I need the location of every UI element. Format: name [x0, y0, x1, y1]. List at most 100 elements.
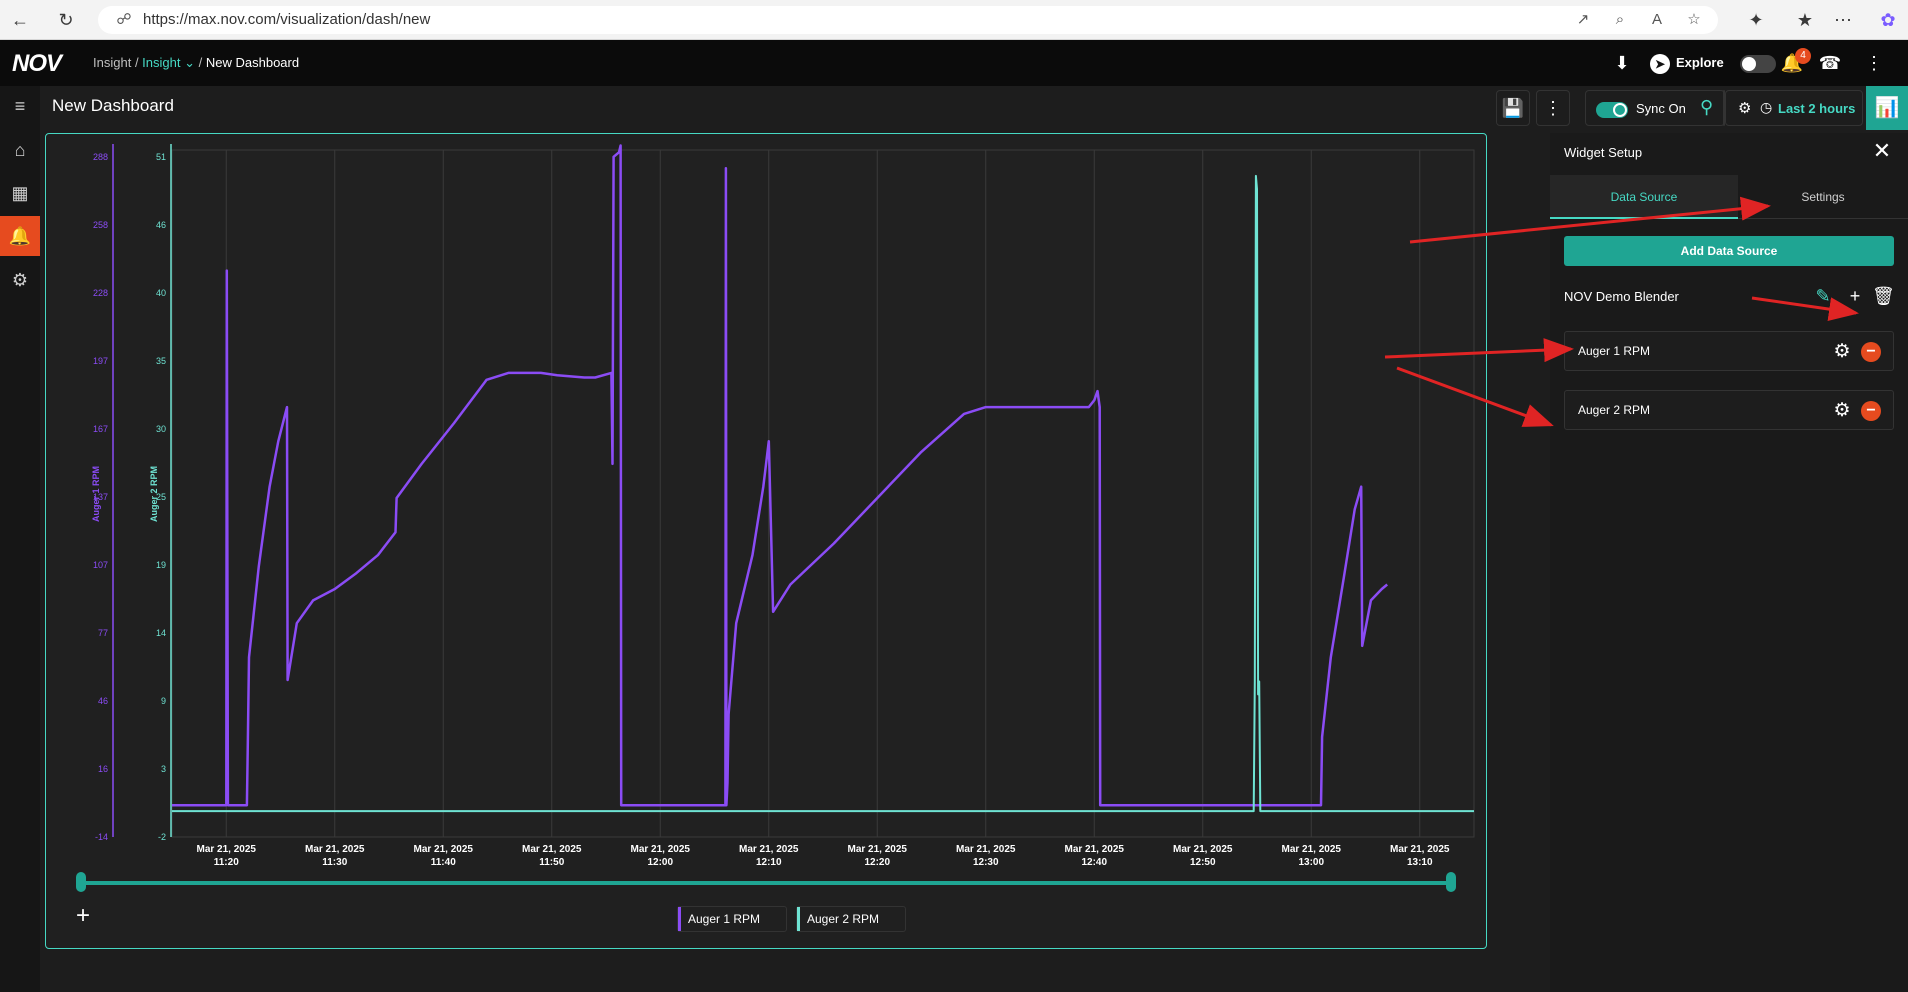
series-row[interactable]: Auger 1 RPM ⚙ −: [1564, 331, 1894, 371]
time-range-slider[interactable]: [81, 881, 1451, 885]
data-source-name: NOV Demo Blender: [1564, 289, 1679, 304]
slider-handle-end[interactable]: [1446, 872, 1456, 892]
kebab-menu-icon[interactable]: ⋮: [1862, 51, 1886, 75]
legend-item-auger-2[interactable]: Auger 2 RPM: [796, 906, 906, 932]
y-tick-label: 40: [156, 288, 166, 298]
y-tick-label: 3: [161, 764, 166, 774]
y-tick-label: 107: [93, 560, 108, 570]
chevron-down-icon[interactable]: ⌄: [184, 55, 195, 70]
y-tick-label: 14: [156, 628, 166, 638]
tab-data-source[interactable]: Data Source: [1550, 175, 1738, 219]
legend-swatch: [678, 907, 681, 931]
x-tick-label: Mar 21, 2025: [1390, 844, 1450, 855]
delete-trash-icon[interactable]: 🗑: [1872, 285, 1895, 307]
edit-pencil-icon[interactable]: ✎: [1812, 285, 1834, 307]
x-tick-label: Mar 21, 2025: [1065, 844, 1125, 855]
y-tick-label: 288: [93, 152, 108, 162]
chart-widget[interactable]: Mar 21, 2025 11:20 Mar 21, 2025 11:30 Mar 21…: [45, 133, 1487, 949]
widget-tabs: Data Source Settings: [1550, 175, 1908, 219]
add-data-source-button[interactable]: Add Data Source: [1564, 236, 1894, 266]
collapse-menu-icon[interactable]: ≡: [0, 86, 40, 126]
back-icon[interactable]: ←: [8, 8, 32, 32]
switch-knob: [1613, 103, 1627, 117]
legend-label: Auger 2 RPM: [807, 912, 880, 926]
reload-icon[interactable]: ↻: [54, 8, 78, 32]
explore-button[interactable]: ➤ Explore: [1650, 52, 1724, 74]
x-tick-label: 12:20: [864, 857, 890, 868]
y-tick-label: 167: [93, 424, 108, 434]
add-chart-icon: 📊: [1874, 97, 1900, 119]
y-tick-label: 35: [156, 356, 166, 366]
x-tick-label: Mar 21, 2025: [305, 844, 365, 855]
x-tick-label: 13:10: [1407, 857, 1433, 868]
dashboard-icon[interactable]: ▦: [0, 173, 40, 213]
tab-settings[interactable]: Settings: [1738, 175, 1908, 219]
notification-badge: 4: [1795, 48, 1811, 64]
y-tick-label: 9: [161, 696, 166, 706]
breadcrumb-root[interactable]: Insight: [93, 55, 131, 70]
dashboard-title: New Dashboard: [52, 96, 174, 115]
remove-series-minus-icon[interactable]: −: [1861, 342, 1881, 362]
series-settings-gear-icon[interactable]: ⚙: [1831, 400, 1853, 422]
open-app-icon[interactable]: ↗: [1571, 8, 1595, 32]
x-tick-label: Mar 21, 2025: [1282, 844, 1342, 855]
x-tick-label: Mar 21, 2025: [631, 844, 691, 855]
x-tick-label: Mar 21, 2025: [739, 844, 799, 855]
series-row[interactable]: Auger 2 RPM ⚙ −: [1564, 390, 1894, 430]
breadcrumb-current: New Dashboard: [205, 55, 300, 70]
favorite-star-icon[interactable]: ☆: [1682, 8, 1706, 32]
save-button[interactable]: 💾: [1496, 90, 1530, 126]
copilot-icon[interactable]: ✿: [1876, 8, 1900, 32]
add-plus-icon[interactable]: +: [1844, 285, 1866, 307]
theme-toggle[interactable]: [1740, 55, 1776, 73]
download-icon[interactable]: ⬇: [1610, 51, 1634, 75]
slider-handle-start[interactable]: [76, 872, 86, 892]
alerts-icon[interactable]: 🔔: [0, 216, 40, 256]
extensions-icon[interactable]: ✦: [1744, 8, 1768, 32]
x-tick-label: 13:00: [1298, 857, 1324, 868]
home-icon[interactable]: ⌂: [0, 130, 40, 170]
y-tick-label: 19: [156, 560, 166, 570]
url-text: https://max.nov.com/visualization/dash/n…: [143, 11, 431, 28]
kebab-icon: ⋮: [1544, 98, 1562, 118]
x-tick-label: 12:10: [756, 857, 782, 868]
breadcrumb-insight[interactable]: Insight: [142, 55, 180, 70]
x-tick-label: Mar 21, 2025: [1173, 844, 1233, 855]
zoom-icon[interactable]: ⌕: [1608, 8, 1632, 32]
nov-logo[interactable]: NOV: [12, 50, 62, 78]
address-bar[interactable]: ☍ https://max.nov.com/visualization/dash…: [98, 6, 1718, 34]
close-icon[interactable]: ✕: [1870, 139, 1894, 163]
read-aloud-icon[interactable]: A: [1645, 8, 1669, 32]
legend-item-auger-1[interactable]: Auger 1 RPM: [677, 906, 787, 932]
clock-icon: ◷: [1760, 99, 1773, 115]
more-icon[interactable]: ⋯: [1831, 8, 1855, 32]
time-range-label: Last 2 hours: [1778, 101, 1856, 116]
support-headset-icon[interactable]: ☎: [1818, 51, 1842, 75]
app-header: NOV Insight / Insight ⌄ / New Dashboard …: [0, 40, 1908, 86]
zoom-search-icon[interactable]: ⚲: [1700, 97, 1713, 118]
site-info-icon[interactable]: ☍: [112, 8, 136, 32]
x-tick-label: 11:40: [431, 857, 456, 868]
y-axis-label: Auger 2 RPM: [149, 466, 159, 522]
favorites-icon[interactable]: ★: [1793, 8, 1817, 32]
time-range-button[interactable]: ⚙ ◷ Last 2 hours: [1725, 90, 1863, 126]
widget-setup-panel: Widget Setup ✕ Data Source Settings Add …: [1550, 133, 1908, 992]
sync-toggle-button[interactable]: Sync On ⚲: [1585, 90, 1725, 126]
y-tick-label: 228: [93, 288, 108, 298]
x-tick-label: 11:50: [539, 857, 564, 868]
series-settings-gear-icon[interactable]: ⚙: [1831, 341, 1853, 363]
sync-switch[interactable]: [1596, 102, 1628, 118]
add-widget-button[interactable]: 📊: [1866, 86, 1908, 130]
remove-series-minus-icon[interactable]: −: [1861, 401, 1881, 421]
x-tick-label: 12:40: [1081, 857, 1107, 868]
more-options-button[interactable]: ⋮: [1536, 90, 1570, 126]
series-label: Auger 2 RPM: [1578, 403, 1651, 417]
settings-gear-icon[interactable]: ⚙: [0, 260, 40, 300]
y-axis-label: Auger 1 RPM: [91, 466, 101, 522]
y-tick-label: 16: [98, 764, 108, 774]
y-tick-label: 46: [156, 220, 166, 230]
add-series-plus-icon[interactable]: +: [72, 904, 94, 928]
line-chart[interactable]: Mar 21, 2025 11:20 Mar 21, 2025 11:30 Mar 21…: [46, 134, 1488, 950]
breadcrumb: Insight / Insight ⌄ / New Dashboard: [93, 55, 300, 70]
y-tick-label: 258: [93, 220, 108, 230]
